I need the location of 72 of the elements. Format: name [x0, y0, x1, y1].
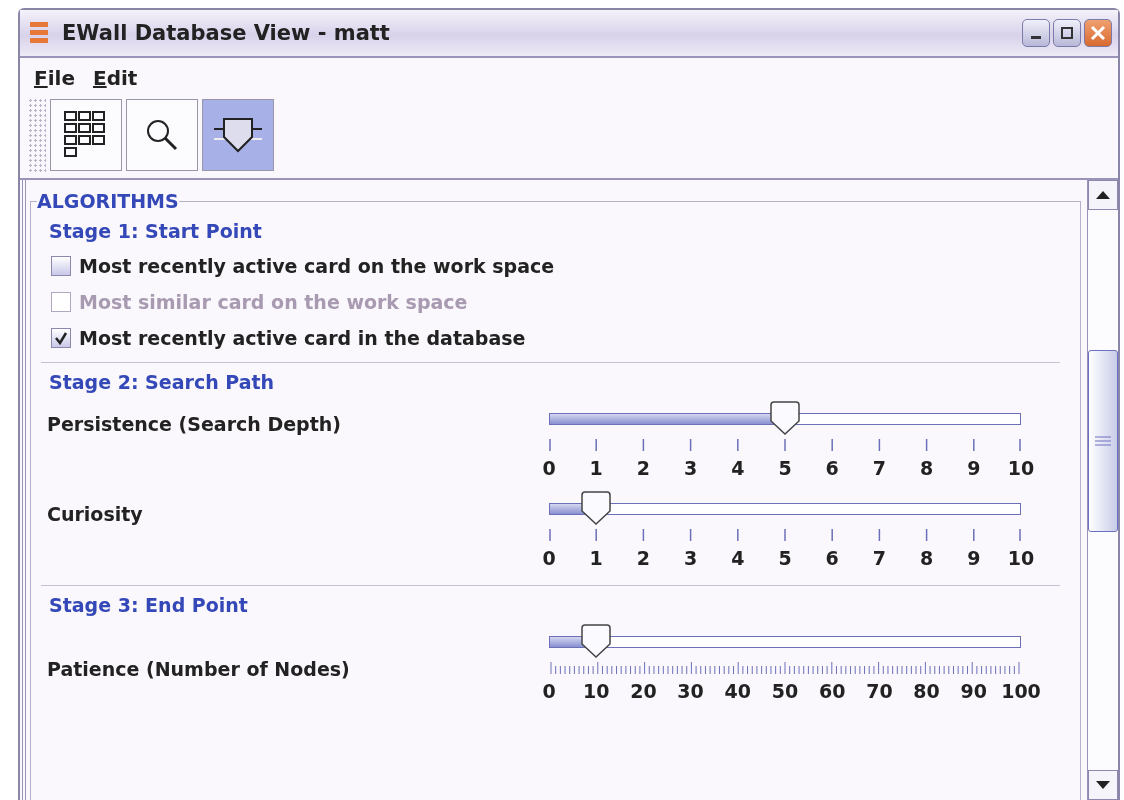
tick-label: 3	[684, 457, 698, 479]
maximize-icon	[1060, 26, 1074, 40]
tick-label: 0	[542, 547, 556, 569]
menu-item[interactable]: Edit	[92, 66, 138, 90]
checkbox-label: Most recently active card in the database	[79, 327, 526, 349]
tick-label: 7	[872, 547, 886, 569]
tick-label: 40	[724, 680, 751, 702]
checkbox-label: Most similar card on the work space	[79, 291, 468, 313]
tick-label: 2	[636, 547, 650, 569]
slider-label: Persistence (Search Depth)	[46, 412, 342, 435]
slider-label: Patience (Number of Nodes)	[46, 657, 351, 680]
tick-label: 2	[636, 457, 650, 479]
funnel-icon	[212, 115, 264, 155]
minimize-icon	[1031, 35, 1041, 39]
tick-label: 1	[589, 457, 603, 479]
tick-label: 8	[920, 457, 934, 479]
tick-label: 7	[872, 457, 886, 479]
minimize-button[interactable]	[1022, 19, 1050, 47]
checkbox-label: Most recently active card on the work space	[79, 255, 555, 277]
stage-heading: Stage 3: End Point	[48, 593, 249, 618]
tick-label: 10	[582, 680, 610, 702]
slider-label: Curiosity	[46, 502, 144, 525]
tick-label: 1	[589, 547, 603, 569]
tick-label: 6	[825, 457, 839, 479]
tick-label: 10	[1007, 457, 1035, 479]
tick-label: 9	[967, 457, 981, 479]
tick-label: 100	[1001, 680, 1041, 702]
tick-label: 3	[684, 547, 698, 569]
search-icon	[145, 118, 179, 152]
scroll-down-button[interactable]	[1088, 770, 1118, 800]
slider-thumb[interactable]	[580, 624, 613, 658]
tick-label: 4	[731, 547, 745, 569]
group-title: ALGORITHMS	[37, 190, 179, 212]
slider[interactable]: 0 1 2 3 4 5 6 7 8 9 10	[533, 401, 1037, 491]
close-icon	[1090, 25, 1106, 41]
slider[interactable]: 0 1 2 3 4 5 6 7 8 9 10	[533, 491, 1037, 581]
tick-label: 20	[630, 680, 657, 702]
toolbar-button[interactable]	[50, 99, 122, 171]
checkbox[interactable]	[51, 256, 71, 276]
tick-label: 4	[731, 457, 745, 479]
maximize-button[interactable]	[1053, 19, 1081, 47]
slider-thumb[interactable]	[580, 491, 613, 525]
stage-heading: Stage 1: Start Point	[48, 219, 263, 244]
tick-label: 80	[913, 680, 940, 702]
scroll-thumb[interactable]	[1088, 350, 1118, 532]
tick-label: 30	[677, 680, 704, 702]
menu-icon	[30, 22, 48, 44]
tick-label: 90	[960, 680, 987, 702]
toolbar-button[interactable]	[126, 99, 198, 171]
tick-label: 60	[818, 680, 846, 702]
up-arrow-icon	[1096, 191, 1110, 199]
tick-label: 5	[778, 547, 792, 569]
tick-label: 8	[920, 547, 934, 569]
tick-label: 5	[778, 457, 792, 479]
window-title: EWall Database View - matt	[62, 21, 391, 45]
checkbox[interactable]	[51, 328, 71, 348]
menu-item[interactable]: File	[34, 66, 75, 90]
toolbar-grip[interactable]	[28, 98, 46, 172]
toolbar-button[interactable]	[202, 99, 274, 171]
tick-label: 0	[542, 680, 556, 702]
tick-label: 9	[967, 547, 981, 569]
tick-label: 6	[825, 547, 839, 569]
slider-thumb[interactable]	[769, 401, 801, 435]
tick-label: 70	[866, 680, 893, 702]
scrollbar[interactable]	[1087, 180, 1118, 800]
scroll-up-button[interactable]	[1088, 180, 1118, 210]
tick-label: 0	[542, 457, 556, 479]
down-arrow-icon	[1096, 781, 1110, 789]
tick-label: 10	[1007, 547, 1035, 569]
stage-heading: Stage 2: Search Path	[48, 370, 276, 395]
close-button[interactable]	[1084, 19, 1112, 47]
tick-label: 50	[771, 680, 799, 702]
